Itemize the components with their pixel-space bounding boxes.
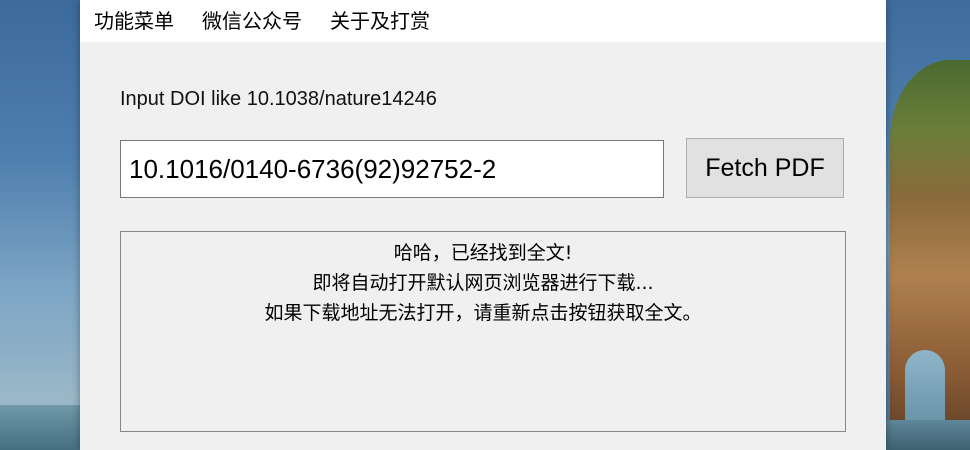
status-output-box: 哈哈，已经找到全文! 即将自动打开默认网页浏览器进行下载... 如果下载地址无法…	[120, 231, 846, 432]
fetch-pdf-button[interactable]: Fetch PDF	[686, 138, 844, 198]
doi-hint-label: Input DOI like 10.1038/nature14246	[120, 88, 437, 110]
status-line-opening-browser: 即将自动打开默认网页浏览器进行下载...	[312, 272, 654, 294]
doi-input[interactable]	[120, 140, 664, 198]
wallpaper-sky-left	[0, 0, 90, 450]
wallpaper-sea-right	[880, 420, 970, 450]
menu-bar: 功能菜单 微信公众号 关于及打赏	[80, 0, 886, 42]
app-window: 功能菜单 微信公众号 关于及打赏 Input DOI like 10.1038/…	[80, 0, 886, 450]
menu-functions[interactable]: 功能菜单	[80, 0, 188, 42]
status-line-retry-hint: 如果下载地址无法打开，请重新点击按钮获取全文。	[264, 302, 702, 324]
menu-about[interactable]: 关于及打赏	[316, 0, 444, 42]
wallpaper-sea-left	[0, 405, 90, 450]
menu-wechat[interactable]: 微信公众号	[188, 0, 316, 42]
status-line-found: 哈哈，已经找到全文!	[393, 242, 573, 264]
wallpaper-arch	[905, 350, 945, 420]
